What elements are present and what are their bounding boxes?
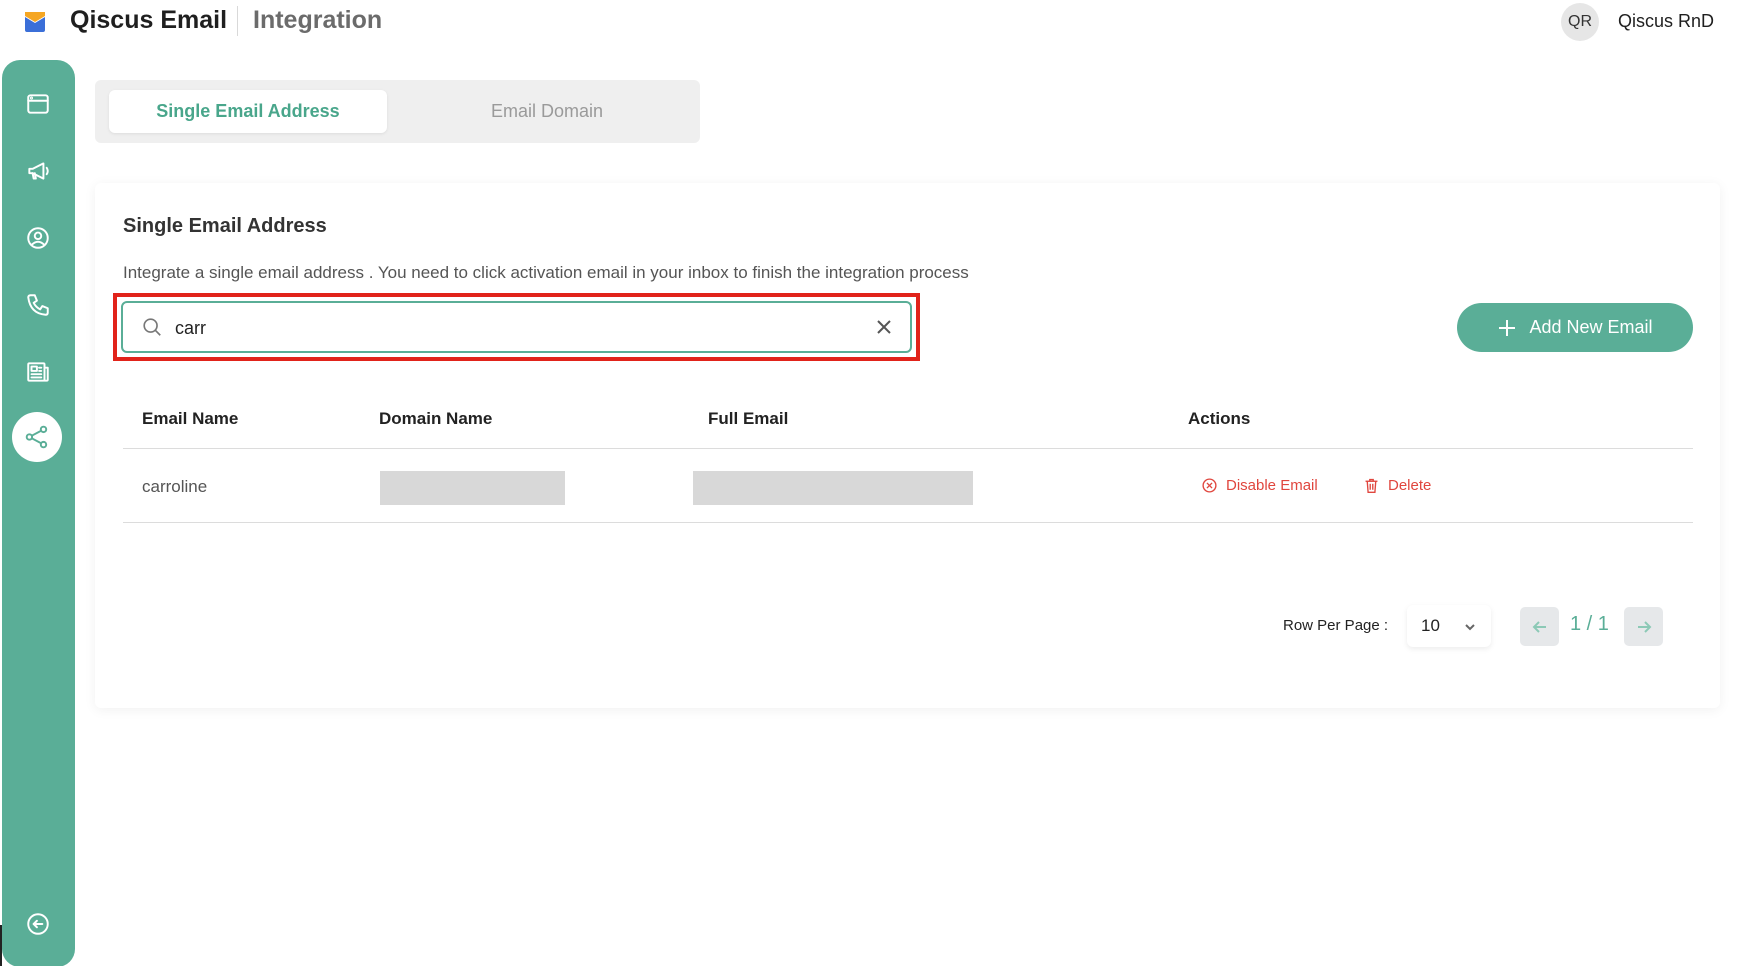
full-email-redacted (693, 471, 973, 505)
browser-window-icon (27, 94, 49, 114)
search-icon (141, 316, 163, 338)
delete-button[interactable]: Delete (1363, 477, 1431, 494)
integration-tabs: Single Email Address Email Domain (95, 80, 700, 143)
plus-icon (1499, 319, 1516, 336)
column-header-actions: Actions (1188, 409, 1251, 428)
qiscus-email-logo-icon (22, 8, 48, 34)
next-page-button[interactable] (1624, 607, 1663, 646)
sidebar-item-broadcast[interactable] (22, 155, 54, 187)
search-box[interactable] (121, 301, 912, 353)
sidebar-item-reports[interactable] (22, 356, 54, 388)
single-email-card: Single Email Address Integrate a single … (95, 183, 1720, 708)
sidebar-item-contacts[interactable] (22, 222, 54, 254)
sidebar-item-inbox[interactable] (22, 88, 54, 120)
arrow-right-icon (1637, 620, 1651, 633)
table-row-divider (123, 522, 1693, 523)
disable-email-label: Disable Email (1226, 477, 1318, 494)
column-header-domain-name: Domain Name (379, 409, 493, 428)
collapse-arrow-icon (27, 913, 49, 935)
add-new-email-label: Add New Email (1529, 317, 1653, 337)
delete-label: Delete (1388, 477, 1432, 494)
header-divider (237, 6, 238, 36)
user-circle-icon (27, 227, 49, 249)
rows-per-page-select[interactable]: 10 (1407, 605, 1491, 647)
avatar[interactable]: QR (1561, 3, 1599, 41)
section-title: Single Email Address (123, 215, 327, 237)
table-header-divider (123, 448, 1693, 449)
sidebar-item-calls[interactable] (22, 289, 54, 321)
sidebar-item-integration[interactable] (12, 412, 62, 462)
tab-single-email-address[interactable]: Single Email Address (109, 90, 387, 133)
column-header-full-email: Full Email (708, 409, 789, 428)
window-edge (0, 925, 2, 966)
email-name-cell: carroline (142, 477, 208, 496)
circle-x-icon (1202, 478, 1217, 493)
app-name: Qiscus Email (70, 6, 228, 34)
prev-page-button[interactable] (1520, 607, 1559, 646)
top-header: Qiscus Email Integration QR Qiscus RnD (0, 0, 1738, 44)
search-input[interactable] (175, 313, 815, 343)
clear-search-icon[interactable] (873, 316, 895, 338)
phone-icon (27, 294, 49, 316)
disable-email-button[interactable]: Disable Email (1201, 477, 1318, 494)
tab-email-domain[interactable]: Email Domain (408, 90, 686, 133)
share-nodes-icon (25, 425, 48, 449)
column-header-email-name: Email Name (142, 409, 239, 428)
page-title: Integration (253, 6, 383, 34)
rows-per-page-label: Row Per Page : (1283, 617, 1389, 634)
page-indicator: 1 / 1 (1570, 613, 1609, 635)
arrow-left-icon (1532, 620, 1546, 633)
trash-icon (1365, 478, 1378, 493)
chevron-down-icon (1463, 619, 1477, 633)
domain-name-redacted (380, 471, 565, 505)
add-new-email-button[interactable]: Add New Email (1457, 303, 1693, 352)
megaphone-icon (28, 162, 49, 180)
sidebar (2, 60, 75, 966)
user-name[interactable]: Qiscus RnD (1618, 11, 1714, 32)
section-description: Integrate a single email address . You n… (123, 263, 969, 282)
newspaper-icon (27, 362, 49, 382)
sidebar-collapse-button[interactable] (22, 908, 54, 940)
rows-per-page-value: 10 (1421, 616, 1440, 635)
